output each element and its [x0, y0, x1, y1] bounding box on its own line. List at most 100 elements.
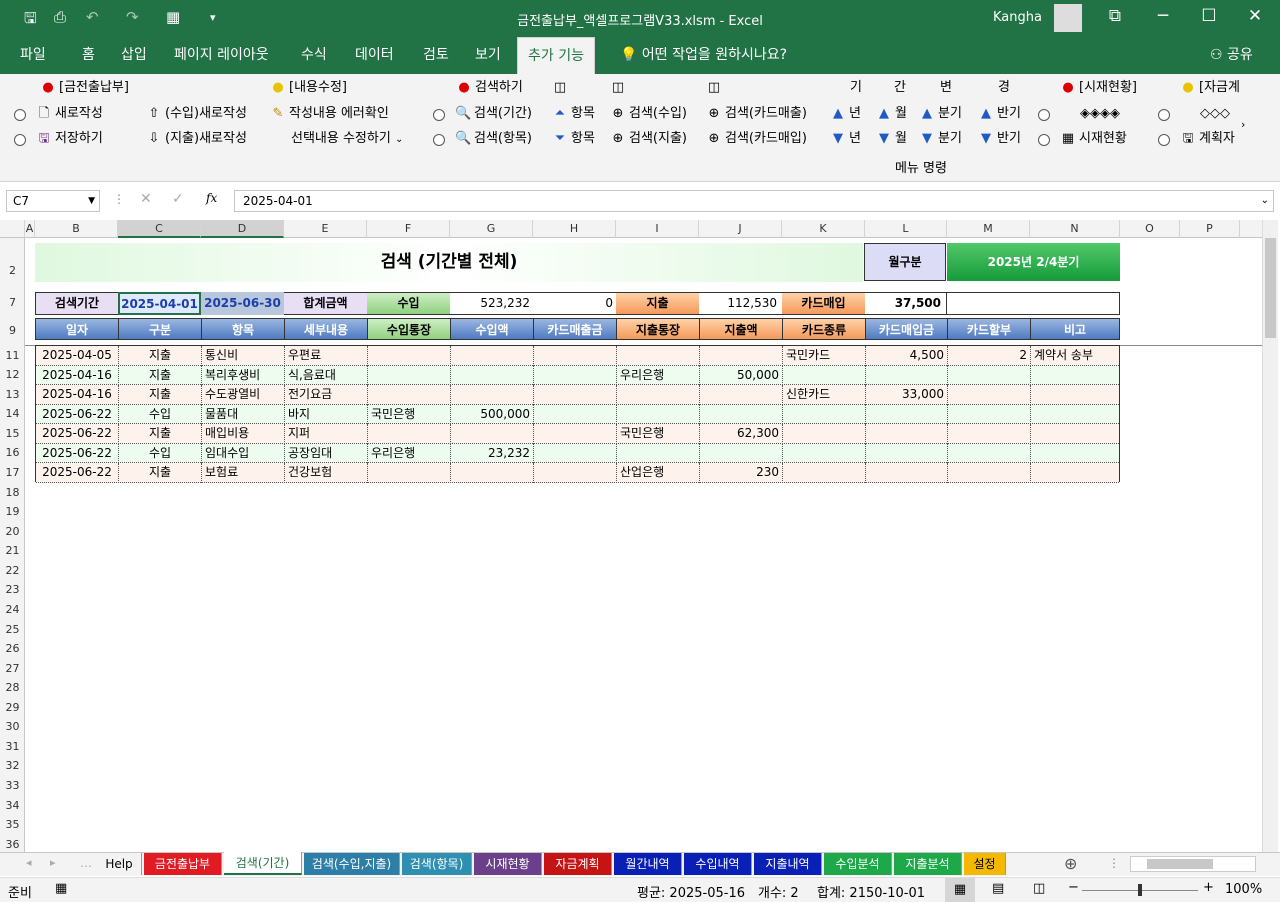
close-icon[interactable]: ✕: [1232, 6, 1278, 26]
row-header[interactable]: 19: [0, 505, 25, 518]
page-layout-icon[interactable]: ▤: [992, 881, 1004, 896]
row-header[interactable]: 31: [0, 740, 25, 753]
table-cell[interactable]: [451, 346, 534, 366]
row-header[interactable]: 26: [0, 642, 25, 655]
status-count[interactable]: 개수: 2: [758, 882, 799, 901]
table-cell[interactable]: 건강보험: [285, 463, 368, 483]
search-income-button[interactable]: ⊕ 검색(수입): [610, 103, 687, 125]
table-cell[interactable]: [534, 385, 617, 405]
table-cell[interactable]: [700, 443, 783, 463]
table-cell[interactable]: 우리은행: [368, 443, 451, 463]
table-cell[interactable]: [617, 385, 700, 405]
table-cell[interactable]: [948, 385, 1031, 405]
year-up-button[interactable]: ▲ 년: [830, 103, 861, 125]
table-cell[interactable]: [1031, 463, 1120, 483]
row-header[interactable]: 18: [0, 486, 25, 499]
table-cell[interactable]: [534, 365, 617, 385]
date-to-cell[interactable]: 2025-06-30: [201, 292, 284, 315]
radio-search-item[interactable]: [433, 134, 445, 146]
sheet-tab[interactable]: 수입분석: [824, 853, 892, 875]
table-cell[interactable]: [700, 404, 783, 424]
sheet-tab[interactable]: 월간내역: [614, 853, 682, 875]
table-cell[interactable]: [1031, 405, 1120, 425]
radio-cash-2[interactable]: [1038, 134, 1050, 146]
year-down-button[interactable]: ▼ 년: [830, 128, 861, 150]
tab-home[interactable]: 홈: [72, 37, 105, 74]
table-cell[interactable]: 2: [948, 346, 1031, 366]
table-cell[interactable]: [368, 424, 451, 444]
table-cell[interactable]: 수입: [119, 443, 202, 463]
name-box[interactable]: C7 ▼: [6, 190, 100, 212]
table-cell[interactable]: 계약서 송부: [1031, 346, 1120, 366]
table-cell[interactable]: [368, 463, 451, 483]
table-cell[interactable]: 2025-06-22: [36, 404, 119, 424]
row-header[interactable]: 23: [0, 583, 25, 596]
table-cell[interactable]: 복리후생비: [202, 365, 285, 385]
table-cell[interactable]: 매입비용: [202, 424, 285, 444]
row-header[interactable]: 22: [0, 564, 25, 577]
cash-diamonds[interactable]: ◈◈◈◈: [1080, 103, 1120, 125]
tab-scroll-right-icon[interactable]: ▸: [50, 856, 56, 869]
table-cell[interactable]: 바지: [285, 404, 368, 424]
table-cell[interactable]: [783, 443, 866, 463]
col-header[interactable]: N: [1030, 220, 1120, 238]
tab-file[interactable]: 파일: [10, 37, 56, 74]
cancel-icon[interactable]: ✕: [140, 191, 152, 207]
plan-diamonds[interactable]: ◇◇◇: [1200, 103, 1230, 125]
function-icon[interactable]: fx: [206, 191, 217, 205]
table-cell[interactable]: [783, 365, 866, 385]
date-from-cell[interactable]: 2025-04-01: [118, 292, 201, 315]
horizontal-scrollbar[interactable]: [1130, 856, 1256, 872]
row-header[interactable]: 21: [0, 544, 25, 557]
row-header[interactable]: 25: [0, 623, 25, 636]
row-header[interactable]: 24: [0, 603, 25, 616]
table-cell[interactable]: [948, 424, 1031, 444]
table-cell[interactable]: 국민카드: [783, 346, 866, 366]
table-cell[interactable]: 지출: [119, 365, 202, 385]
table-cell[interactable]: [783, 424, 866, 444]
table-cell[interactable]: [451, 365, 534, 385]
save-button[interactable]: 🖫 저장하기: [36, 128, 102, 150]
table-cell[interactable]: [783, 463, 866, 483]
table-cell[interactable]: [700, 346, 783, 366]
table-cell[interactable]: [700, 385, 783, 405]
table-cell[interactable]: 23,232: [451, 443, 534, 463]
status-average[interactable]: 평균: 2025-05-16: [637, 882, 745, 901]
half-up-button[interactable]: ▲ 반기: [978, 103, 1021, 125]
table-cell[interactable]: 2025-04-16: [36, 385, 119, 405]
sheet-tab[interactable]: 지출분석: [894, 853, 962, 875]
row-header[interactable]: 16: [0, 446, 25, 459]
search-period-button[interactable]: 🔍 검색(기간): [455, 103, 532, 125]
row-header[interactable]: 7: [0, 296, 25, 309]
table-cell[interactable]: 2025-04-05: [36, 346, 119, 366]
table-cell[interactable]: [534, 443, 617, 463]
row-header[interactable]: 20: [0, 525, 25, 538]
table-cell[interactable]: [534, 346, 617, 366]
table-cell[interactable]: [368, 385, 451, 405]
table-cell[interactable]: 62,300: [700, 424, 783, 444]
table-cell[interactable]: [866, 463, 948, 483]
table-cell[interactable]: [617, 404, 700, 424]
row-header[interactable]: 2: [0, 264, 25, 277]
table-cell[interactable]: 우편료: [285, 346, 368, 366]
table-cell[interactable]: 지출: [119, 346, 202, 366]
maximize-icon[interactable]: ☐: [1186, 6, 1232, 26]
zoom-level[interactable]: 100%: [1225, 882, 1262, 897]
table-cell[interactable]: [617, 443, 700, 463]
table-cell[interactable]: [866, 404, 948, 424]
table-cell[interactable]: [368, 346, 451, 366]
table-cell[interactable]: [866, 443, 948, 463]
table-cell[interactable]: 230: [700, 463, 783, 483]
income-new-button[interactable]: ⇧ (수입)새로작성: [146, 103, 247, 125]
avatar[interactable]: [1054, 4, 1082, 32]
table-cell[interactable]: [617, 346, 700, 366]
table-cell[interactable]: 지출: [119, 385, 202, 405]
sheet-tab[interactable]: 시재현황: [474, 853, 542, 875]
month-button[interactable]: 월구분: [864, 243, 946, 281]
user-name[interactable]: Kangha: [993, 10, 1042, 25]
col-header[interactable]: E: [284, 220, 367, 238]
col-header[interactable]: A: [25, 220, 35, 238]
select-all[interactable]: [0, 220, 25, 238]
check-icon[interactable]: ✓: [172, 191, 184, 207]
scrollbar-thumb[interactable]: [1147, 859, 1213, 869]
